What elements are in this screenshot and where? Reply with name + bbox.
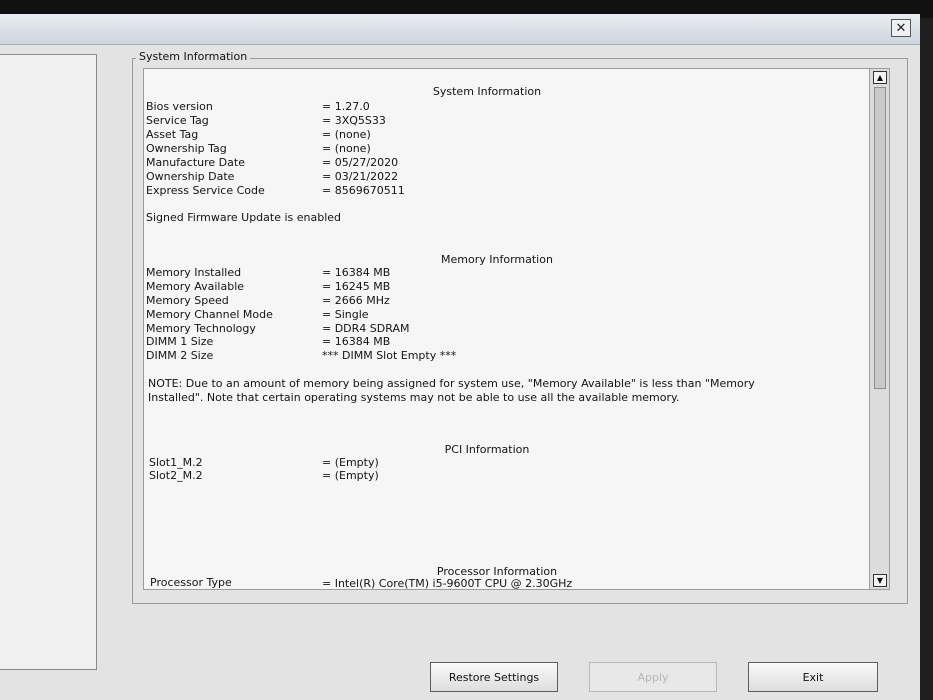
row-value: = Intel(R) Core(TM) i5-9600T CPU @ 2.30G… <box>322 577 573 590</box>
row-label: Memory Channel Mode <box>146 308 273 321</box>
row-label: DIMM 1 Size <box>146 335 214 348</box>
row-value: = 05/27/2020 <box>322 156 399 169</box>
scroll-up-button[interactable]: ▲ <box>873 71 887 84</box>
row-value: = 16384 MB <box>322 335 391 348</box>
row-value: = 16245 MB <box>322 280 391 293</box>
row-value: = 16384 MB <box>322 266 391 279</box>
row-label: Processor Type <box>150 576 232 589</box>
row-label: Slot2_M.2 <box>149 469 203 482</box>
row-label: Slot1_M.2 <box>149 456 203 469</box>
row-label: Memory Speed <box>146 294 229 307</box>
firmware-status: Signed Firmware Update is enabled <box>146 211 342 224</box>
row-label: Service Tag <box>146 114 209 127</box>
row-label: Express Service Code <box>146 184 265 197</box>
row-value: = 03/21/2022 <box>322 170 399 183</box>
row-value: = 1.27.0 <box>322 100 370 113</box>
row-label: DIMM 2 Size <box>146 349 214 362</box>
row-label: Memory Technology <box>146 322 256 335</box>
row-label: Ownership Tag <box>146 142 227 155</box>
exit-button[interactable]: Exit <box>748 662 878 692</box>
scroll-thumb[interactable] <box>874 87 886 389</box>
row-value: = DDR4 SDRAM <box>322 322 410 335</box>
group-title: System Information <box>136 50 251 63</box>
restore-settings-button[interactable]: Restore Settings <box>430 662 558 692</box>
row-label: Ownership Date <box>146 170 235 183</box>
row-value: *** DIMM Slot Empty *** <box>322 349 457 362</box>
title-bar: ✕ <box>0 14 920 45</box>
settings-tree-panel[interactable] <box>0 54 97 670</box>
row-value: = Single <box>322 308 369 321</box>
row-value: = (Empty) <box>322 469 379 482</box>
row-value: = 8569670511 <box>322 184 405 197</box>
close-button[interactable]: ✕ <box>891 19 911 37</box>
row-value: = (none) <box>322 142 371 155</box>
row-label: Asset Tag <box>146 128 199 141</box>
row-value: = (Empty) <box>322 456 379 469</box>
section-header-pci: PCI Information <box>444 443 530 456</box>
information-pane: System Information Bios version = 1.27.0… <box>143 68 870 590</box>
section-header-memory: Memory Information <box>441 253 553 266</box>
row-label: Memory Available <box>146 280 245 293</box>
memory-note: NOTE: Due to an amount of memory being a… <box>148 377 755 404</box>
section-header-system: System Information <box>432 85 542 98</box>
arrow-up-icon: ▲ <box>876 73 884 82</box>
vertical-scrollbar[interactable]: ▲ ▼ <box>870 68 890 590</box>
row-value: = 2666 MHz <box>322 294 390 307</box>
row-value: = (none) <box>322 128 371 141</box>
apply-button[interactable]: Apply <box>589 662 717 692</box>
row-label: Bios version <box>146 100 213 113</box>
row-label: Manufacture Date <box>146 156 245 169</box>
close-icon: ✕ <box>895 20 907 36</box>
scroll-down-button[interactable]: ▼ <box>873 574 887 587</box>
arrow-down-icon: ▼ <box>876 576 884 585</box>
row-value: = 3XQ5S33 <box>322 114 386 127</box>
row-label: Memory Installed <box>146 266 242 279</box>
